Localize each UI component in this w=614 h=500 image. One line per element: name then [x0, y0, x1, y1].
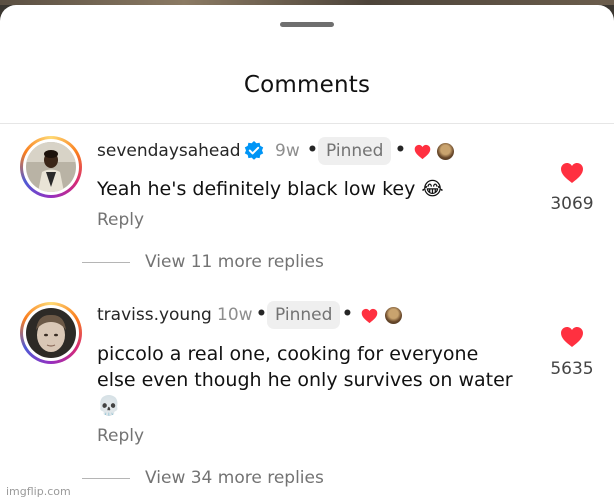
- header-divider: [0, 123, 614, 124]
- separator-dot: •: [307, 140, 318, 160]
- replies-divider-line: [82, 262, 130, 263]
- like-count: 5635: [550, 359, 594, 379]
- avatar-photo: [26, 308, 76, 358]
- comment-age: 10w: [217, 305, 253, 325]
- comment-text-line: piccolo a real one, cooking for everyone: [97, 343, 479, 365]
- view-more-replies-button[interactable]: View 34 more replies: [145, 468, 324, 488]
- verified-badge-icon: [244, 141, 264, 160]
- creator-avatar-icon: [385, 307, 402, 324]
- separator-dot: •: [342, 304, 353, 324]
- avatar[interactable]: [20, 136, 82, 198]
- like-count: 3069: [550, 194, 594, 214]
- creator-liked-heart-icon: [361, 308, 378, 324]
- separator-dot: •: [256, 304, 267, 324]
- comment-age: 9w: [275, 141, 300, 161]
- comment-username[interactable]: traviss.young: [97, 305, 212, 325]
- sheet-title: Comments: [243, 72, 371, 98]
- pinned-badge: Pinned: [267, 301, 341, 329]
- drag-handle[interactable]: [280, 22, 334, 27]
- watermark: imgflip.com: [6, 485, 71, 498]
- comment-username[interactable]: sevendaysahead: [97, 141, 241, 161]
- creator-liked-heart-icon: [414, 144, 431, 160]
- avatar-photo: [26, 142, 76, 192]
- like-heart-icon[interactable]: [560, 162, 584, 184]
- like-heart-icon[interactable]: [560, 326, 584, 348]
- view-more-replies-button[interactable]: View 11 more replies: [145, 252, 324, 272]
- comment-text-line: else even though he only survives on wat…: [97, 369, 513, 391]
- reply-button[interactable]: Reply: [97, 210, 144, 230]
- reply-button[interactable]: Reply: [97, 426, 144, 446]
- comment-text: Yeah he's definitely black low key 😂: [97, 178, 444, 200]
- separator-dot: •: [395, 140, 406, 160]
- replies-divider-line: [82, 478, 130, 479]
- pinned-badge: Pinned: [318, 137, 392, 165]
- creator-avatar-icon: [437, 143, 454, 160]
- avatar[interactable]: [20, 302, 82, 364]
- skull-emoji: 💀: [97, 395, 121, 417]
